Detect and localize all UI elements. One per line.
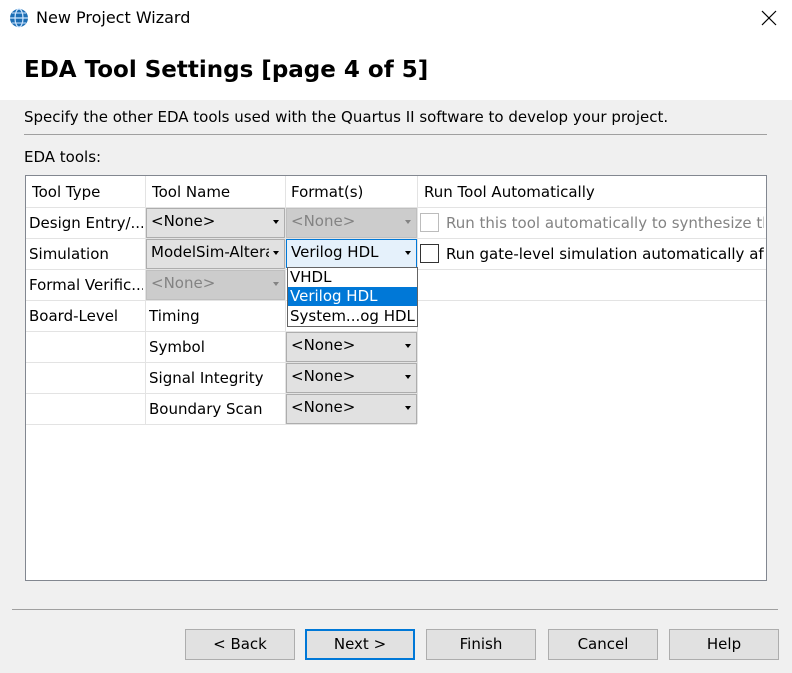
format-dropdown-list: VHDL Verilog HDL System...og HDL xyxy=(287,267,418,327)
chevron-down-icon xyxy=(273,220,279,224)
finish-button[interactable]: Finish xyxy=(426,629,536,660)
formal-verification-tool-name-select: <None> xyxy=(146,270,285,300)
board-level-boundary-scan-name: Boundary Scan xyxy=(149,400,263,418)
close-button[interactable] xyxy=(746,0,792,36)
header-tool-type: Tool Type xyxy=(32,183,101,201)
help-button[interactable]: Help xyxy=(669,629,779,660)
design-entry-run-checkbox xyxy=(420,213,439,232)
simulation-tool-name-select[interactable]: ModelSim-Altera xyxy=(146,239,285,269)
format-option-systemverilog-hdl[interactable]: System...og HDL xyxy=(288,307,417,326)
row-formal-verification-type: Formal Verific... xyxy=(29,276,143,294)
format-option-vhdl[interactable]: VHDL xyxy=(288,268,417,287)
quartus-globe-icon xyxy=(10,8,28,28)
simulation-run-label: Run gate-level simulation automatically … xyxy=(446,245,764,263)
next-button[interactable]: Next > xyxy=(305,629,415,660)
chevron-down-icon xyxy=(405,406,411,410)
row-simulation-type: Simulation xyxy=(29,245,109,263)
design-entry-tool-name-select[interactable]: <None> xyxy=(146,208,285,238)
eda-tools-table: Tool Type Tool Name Format(s) Run Tool A… xyxy=(25,175,767,581)
board-level-timing-name: Timing xyxy=(149,307,200,325)
design-entry-format-select: <None> xyxy=(286,208,417,238)
divider xyxy=(24,134,767,135)
eda-tools-label: EDA tools: xyxy=(24,148,102,166)
header-formats: Format(s) xyxy=(291,183,364,201)
header-run-tool-automatically: Run Tool Automatically xyxy=(424,183,595,201)
chevron-down-icon xyxy=(273,282,279,286)
board-level-symbol-name: Symbol xyxy=(149,338,205,356)
row-design-entry-type: Design Entry/... xyxy=(29,214,143,232)
simulation-format-select[interactable]: Verilog HDL xyxy=(286,239,417,268)
simulation-run-checkbox[interactable] xyxy=(420,244,439,263)
header-tool-name: Tool Name xyxy=(152,183,231,201)
symbol-format-select[interactable]: <None> xyxy=(286,332,417,362)
title-bar: New Project Wizard xyxy=(0,0,792,38)
signal-integrity-format-select[interactable]: <None> xyxy=(286,363,417,393)
chevron-down-icon xyxy=(405,220,411,224)
close-icon xyxy=(761,10,777,26)
cancel-button[interactable]: Cancel xyxy=(548,629,658,660)
wizard-header: EDA Tool Settings [page 4 of 5] xyxy=(0,38,792,100)
chevron-down-icon xyxy=(273,251,279,255)
page-title: EDA Tool Settings [page 4 of 5] xyxy=(24,57,429,83)
window-title: New Project Wizard xyxy=(36,8,191,27)
boundary-scan-format-select[interactable]: <None> xyxy=(286,394,417,424)
chevron-down-icon xyxy=(405,251,411,255)
footer-divider xyxy=(12,609,778,610)
row-board-level-type: Board-Level xyxy=(29,307,119,325)
format-option-verilog-hdl[interactable]: Verilog HDL xyxy=(288,287,417,306)
chevron-down-icon xyxy=(405,344,411,348)
chevron-down-icon xyxy=(405,375,411,379)
back-button[interactable]: < Back xyxy=(185,629,295,660)
design-entry-run-label: Run this tool automatically to synthesiz… xyxy=(446,214,764,232)
page-description: Specify the other EDA tools used with th… xyxy=(24,108,669,126)
board-level-signal-integrity-name: Signal Integrity xyxy=(149,369,264,387)
